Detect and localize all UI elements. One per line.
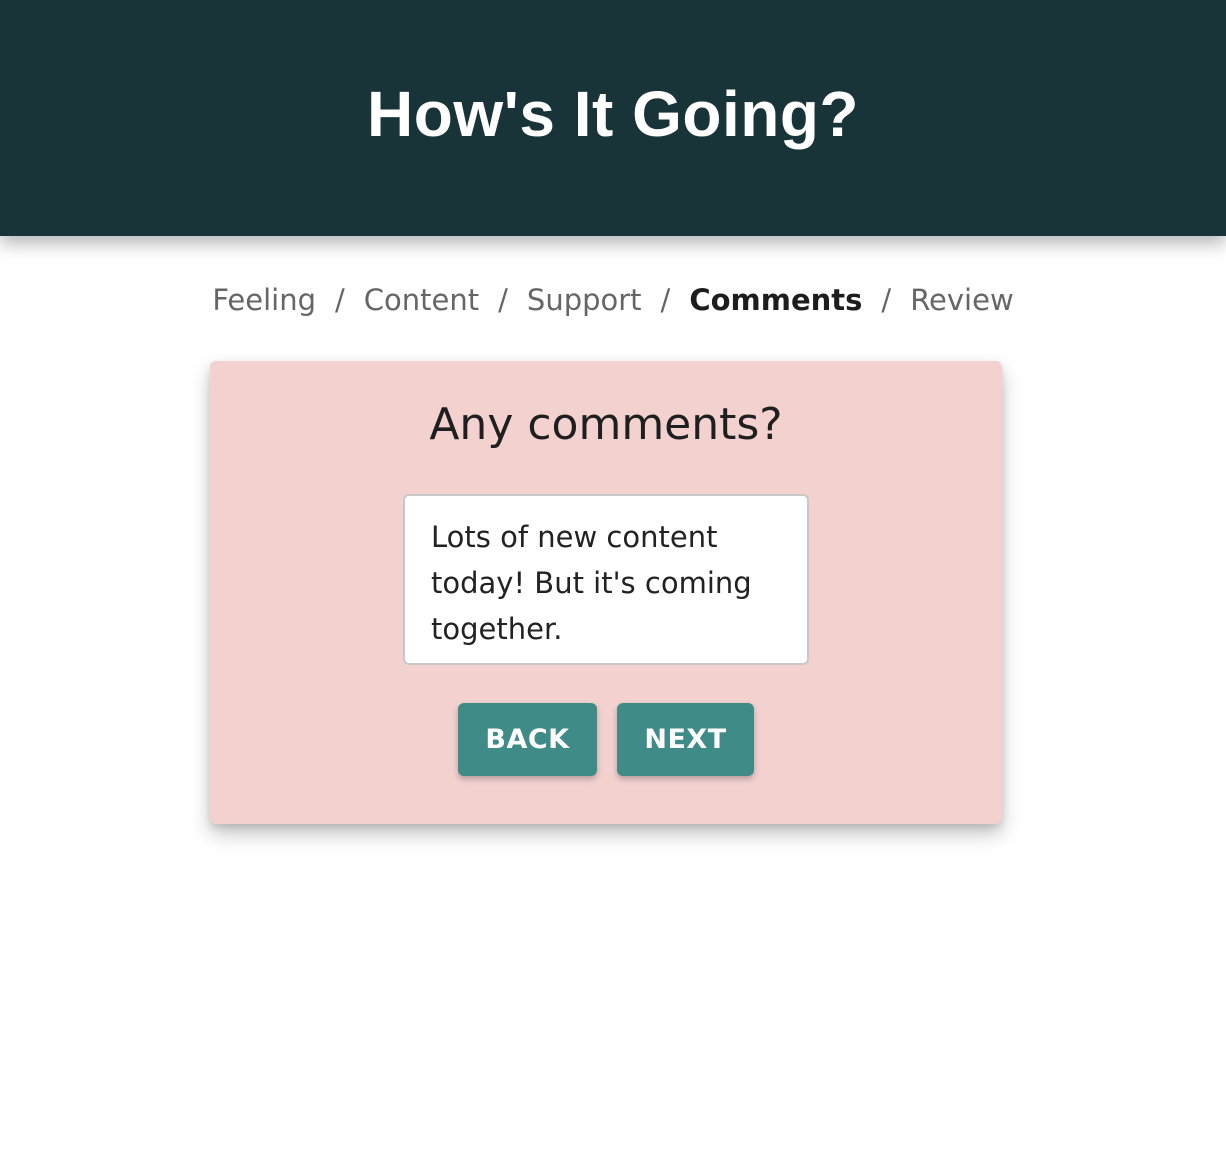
breadcrumb-item-review[interactable]: Review [908, 278, 1015, 322]
breadcrumb-item-content[interactable]: Content [362, 278, 481, 322]
breadcrumb-separator: / [881, 283, 892, 317]
breadcrumb-separator: / [335, 283, 345, 317]
breadcrumb-separator: / [660, 283, 671, 317]
app-header: How's It Going? [0, 0, 1226, 236]
breadcrumb-item-support[interactable]: Support [525, 278, 644, 322]
comments-textarea[interactable]: Lots of new content today! But it's comi… [403, 494, 809, 665]
page-title: How's It Going? [367, 78, 859, 150]
back-button[interactable]: BACK [458, 703, 597, 776]
next-button[interactable]: NEXT [617, 703, 754, 776]
breadcrumb-item-comments[interactable]: Comments [687, 278, 864, 322]
comments-card: Any comments? Lots of new content today!… [210, 361, 1002, 824]
breadcrumb-item-feeling[interactable]: Feeling [210, 278, 318, 322]
card-title: Any comments? [429, 399, 783, 450]
breadcrumb-separator: / [498, 283, 508, 317]
breadcrumb: Feeling / Content / Support / Comments /… [0, 278, 1226, 322]
